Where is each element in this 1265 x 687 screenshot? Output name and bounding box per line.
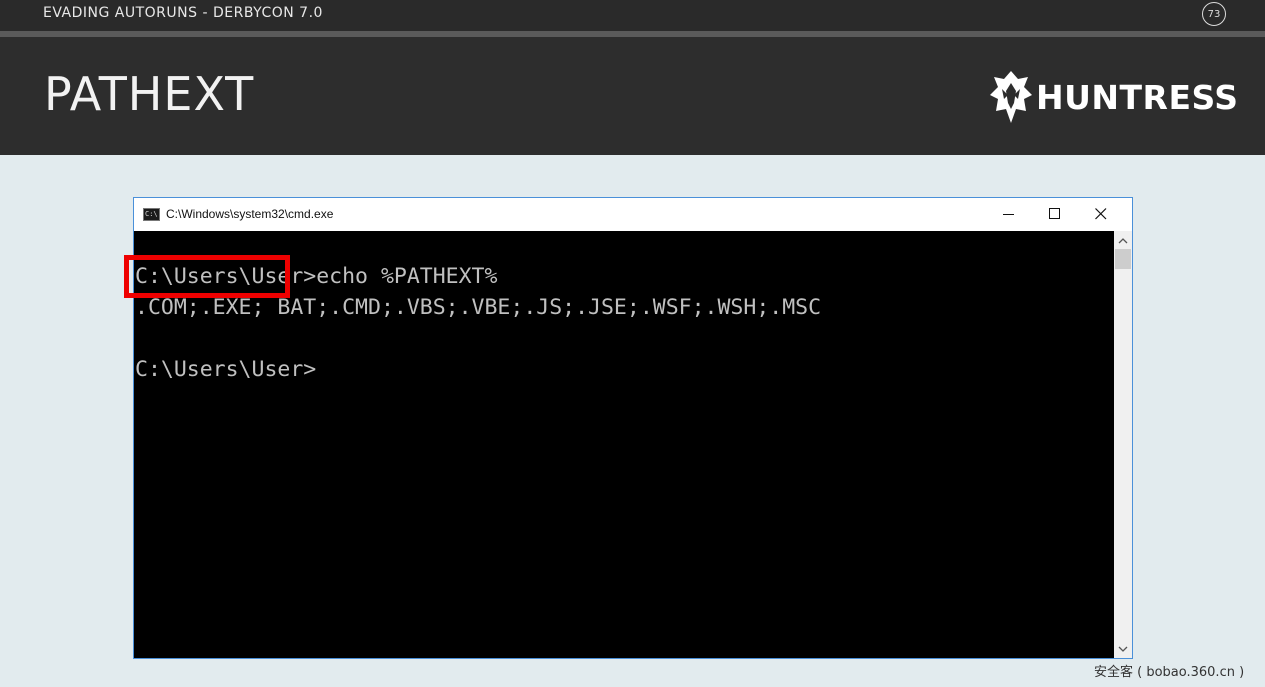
cmd-icon-glyph: C:\ [145,210,158,218]
close-button[interactable] [1078,198,1124,230]
scroll-down-icon[interactable] [1118,645,1128,653]
cmd-window[interactable]: C:\ C:\Windows\system32\cmd.exe C:\Users… [124,197,1133,659]
minimize-button[interactable] [986,198,1032,230]
console-line-prompt: C:\Users\User> [135,357,317,382]
maximize-icon [1049,208,1060,219]
window-title: C:\Windows\system32\cmd.exe [166,207,334,221]
scrollbar-thumb[interactable] [1115,249,1131,269]
minimize-icon [1003,214,1014,215]
top-bar: EVADING AUTORUNS - DERBYCON 7.0 73 [0,0,1265,31]
slide-header: PATHEXT HUNTRESS [0,37,1265,155]
cmd-icon: C:\ [143,208,160,221]
slide-title: PATHEXT [44,67,255,121]
vertical-scrollbar[interactable] [1114,231,1132,658]
window-titlebar[interactable]: C:\ C:\Windows\system32\cmd.exe [134,198,1132,231]
scroll-up-icon[interactable] [1118,237,1128,245]
slide-number-badge: 73 [1202,2,1226,26]
console-line-output: .COM;.EXE; BAT;.CMD;.VBS;.VBE;.JS;.JSE;.… [135,295,822,320]
watermark: 安全客 ( bobao.360.cn ) [1094,665,1245,680]
highlight-box [124,255,290,298]
maximize-button[interactable] [1032,198,1078,230]
huntress-crest-icon [990,71,1032,123]
logo-text: HUNTRESS [1036,78,1239,117]
deck-title: EVADING AUTORUNS - DERBYCON 7.0 [43,5,323,21]
close-icon [1095,208,1107,220]
huntress-logo: HUNTRESS [988,69,1238,125]
